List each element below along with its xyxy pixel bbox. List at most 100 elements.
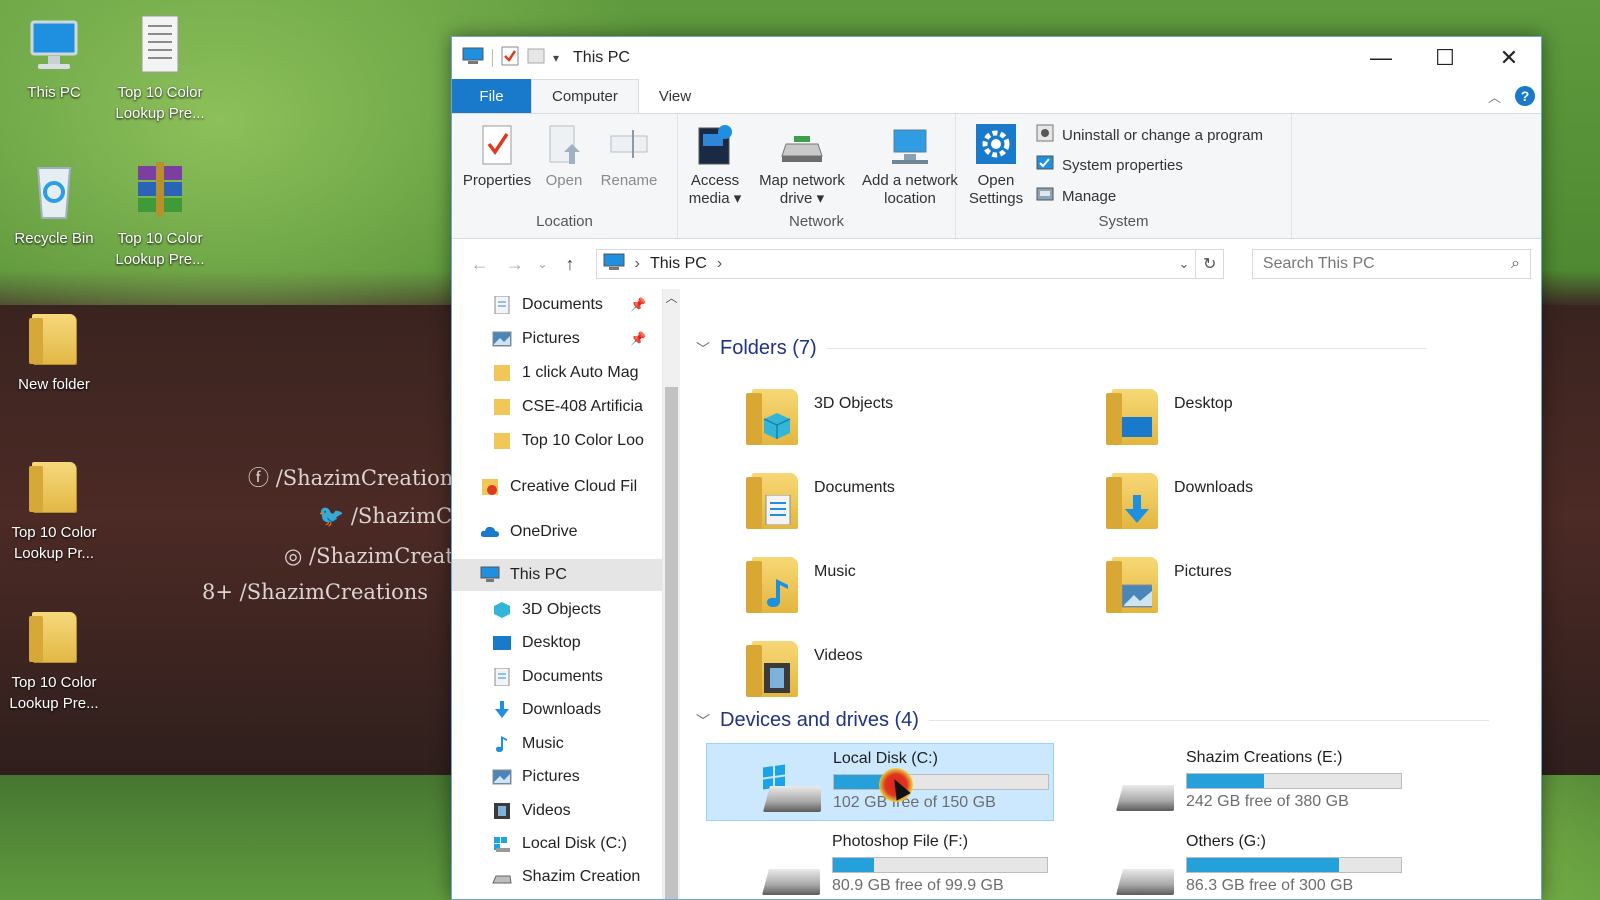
nav-item-shazim-drive[interactable]: Shazim Creation [492,861,640,893]
desktop-icon-new-folder[interactable]: New folder [2,306,106,395]
folders-section-header[interactable]: ﹀ Folders (7) [696,337,1427,360]
navigation-scrollbar[interactable]: ︿ [662,289,680,899]
search-box[interactable]: Search This PC ⌕ [1251,249,1532,279]
desktop-icon-folder-2[interactable]: Top 10 Color Lookup Pr... [2,454,106,564]
properties-button[interactable]: Properties [460,122,534,190]
desktop-icon-label: This PC [27,84,81,101]
nav-item-downloads[interactable]: Downloads [492,694,601,726]
open-button[interactable]: Open [536,122,592,190]
folder-videos[interactable]: Videos [744,637,1064,715]
title-bar[interactable]: ▾ This PC — ☐ ✕ [452,37,1541,79]
properties-check-icon[interactable] [501,46,519,70]
desktop-icon-archive[interactable]: Top 10 Color Lookup Pre... [108,160,212,270]
drive-usage-bar [832,857,1048,873]
drive-others-g[interactable]: Others (G:) 86.3 GB free of 300 GB [1060,827,1408,899]
this-pc-icon [603,253,625,276]
desktop-icon [492,634,512,652]
uninstall-program-button[interactable]: Uninstall or change a program [1036,124,1263,146]
open-settings-button[interactable]: Open Settings [962,122,1030,208]
nav-item-this-pc[interactable]: This PC [452,559,662,591]
map-network-drive-button[interactable]: Map network drive ▾ [752,122,852,208]
address-bar[interactable]: › This PC › ⌄ [595,249,1197,279]
creative-cloud-icon [480,478,500,496]
manage-button[interactable]: Manage [1036,185,1116,207]
rename-button[interactable]: Rename [596,122,662,190]
drive-local-disk-c[interactable]: Local Disk (C:) 102 GB free of 150 GB [706,743,1054,821]
address-dropdown-icon[interactable]: ⌄ [1179,256,1190,272]
tab-file[interactable]: File [452,79,531,113]
forward-arrow-icon[interactable]: → [497,254,532,275]
nav-item-documents[interactable]: Documents [492,661,603,693]
add-network-location-button[interactable]: Add a network location [854,122,966,208]
ribbon-group-location: Properties Open Rename Location [452,114,678,238]
rename-icon [607,122,651,168]
social-instagram: ◎ /ShazimCreati [284,544,461,568]
folder-music[interactable]: Music [744,553,1064,631]
section-divider [928,720,1489,721]
minimize-button[interactable]: — [1349,37,1413,79]
collapse-ribbon-icon[interactable]: ︿ [1488,87,1501,106]
folder-documents[interactable]: Documents [744,469,1064,547]
recent-locations-dropdown-icon[interactable]: ⌄ [533,257,553,271]
new-folder-icon[interactable] [527,47,545,69]
breadcrumb-chevron-icon[interactable]: › [635,255,640,273]
nav-item-folder-top10[interactable]: Top 10 Color Loo [492,425,644,457]
social-googleplus: 8+ /ShazimCreations [202,580,429,604]
desktop-icon-label: Top 10 Color Lookup Pre... [115,84,205,122]
tab-view[interactable]: View [639,79,711,113]
desktop-icon-recycle-bin[interactable]: Recycle Bin [2,160,106,249]
folder-3d-objects[interactable]: 3D Objects [744,385,1064,463]
computer-icon[interactable] [462,47,484,69]
folder-downloads[interactable]: Downloads [1104,469,1424,547]
music-note-icon [492,735,512,753]
folder-desktop[interactable]: Desktop [1104,385,1424,463]
nav-item-videos[interactable]: Videos [492,795,571,827]
nav-item-pictures-pinned[interactable]: Pictures [492,323,580,355]
drive-shazim-creations-e[interactable]: Shazim Creations (E:) 242 GB free of 380… [1060,743,1408,821]
nav-item-desktop[interactable]: Desktop [492,627,581,659]
nav-item-documents-pinned[interactable]: Documents [492,289,603,321]
system-properties-button[interactable]: System properties [1036,154,1183,176]
nav-item-local-disk-c[interactable]: Local Disk (C:) [492,828,627,860]
hard-drive-icon [1116,785,1174,811]
tab-computer[interactable]: Computer [531,79,639,113]
documents-icon [765,495,791,525]
collapse-chevron-icon[interactable]: ﹀ [696,339,710,359]
uninstall-icon [1036,124,1054,146]
access-media-button[interactable]: Access media ▾ [682,122,748,208]
folder-icon [492,364,512,382]
customize-toolbar-dropdown-icon[interactable]: ▾ [553,51,559,65]
back-arrow-icon[interactable]: ← [462,254,497,275]
pin-icon[interactable]: 📌 [630,297,646,313]
hard-drive-icon [763,786,821,812]
drive-photoshop-file-f[interactable]: Photoshop File (F:) 80.9 GB free of 99.9… [706,827,1054,899]
manage-icon [1036,185,1054,207]
pin-icon[interactable]: 📌 [630,331,646,347]
desktop-icon-text-file[interactable]: Top 10 Color Lookup Pre... [108,14,212,124]
nav-item-3d-objects[interactable]: 3D Objects [492,594,601,626]
breadcrumb-this-pc[interactable]: This PC [650,255,707,273]
nav-item-folder-cse[interactable]: CSE-408 Artificia [492,391,643,423]
refresh-icon[interactable]: ↻ [1196,249,1224,279]
system-properties-icon [1036,154,1054,176]
scrollbar-thumb[interactable] [665,387,678,899]
social-facebook: ⓕ /ShazimCreations [248,466,465,490]
drives-section-header[interactable]: ﹀ Devices and drives (4) [696,709,1489,732]
nav-item-pictures[interactable]: Pictures [492,761,580,793]
up-arrow-icon[interactable]: ↑ [552,254,587,275]
maximize-button[interactable]: ☐ [1413,37,1477,79]
folder-pictures[interactable]: Pictures [1104,553,1424,631]
breadcrumb-chevron-icon[interactable]: › [717,255,722,273]
nav-item-music[interactable]: Music [492,728,564,760]
desktop-icon-folder-3[interactable]: Top 10 Color Lookup Pre... [2,604,106,714]
nav-item-folder-auto-mag[interactable]: 1 click Auto Mag [492,357,639,389]
collapse-chevron-icon[interactable]: ﹀ [696,711,710,731]
scroll-up-arrow-icon[interactable]: ︿ [663,289,680,306]
help-button[interactable]: ? [1515,86,1535,106]
search-input[interactable]: Search This PC [1263,255,1375,273]
search-icon[interactable]: ⌕ [1511,255,1520,273]
nav-item-creative-cloud[interactable]: Creative Cloud Fil [480,471,637,503]
close-button[interactable]: ✕ [1477,37,1541,79]
desktop-icon-this-pc[interactable]: This PC [2,14,106,103]
nav-item-onedrive[interactable]: OneDrive [480,516,578,548]
